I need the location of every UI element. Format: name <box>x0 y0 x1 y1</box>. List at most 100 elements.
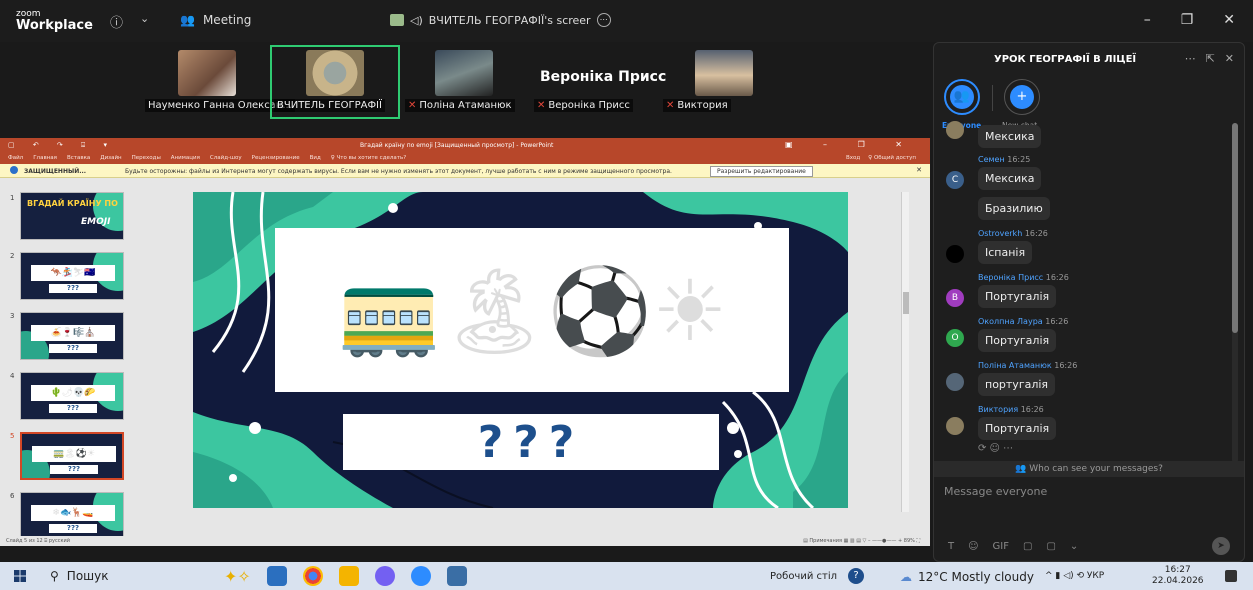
chevron-down-icon[interactable]: ⌄ <box>140 12 149 25</box>
shield-icon <box>10 166 18 174</box>
send-icon[interactable]: ➤ <box>1212 537 1230 555</box>
ribbon-tab[interactable]: Анимация <box>171 155 200 161</box>
chat-scrollbar[interactable] <box>1232 123 1238 463</box>
slide-thumbnail[interactable]: ❄🐟🦌🚤 ??? <box>20 492 124 536</box>
meeting-button[interactable]: 👥 Meeting <box>180 13 251 27</box>
slide-thumbnail[interactable]: ВГАДАЙ КРАЇНУ ПО EMOJI <box>20 192 124 240</box>
message-reactions[interactable]: ⟳ ☺ ⋯ <box>978 443 1013 454</box>
app-icon-gallery[interactable] <box>446 566 467 586</box>
participant-tile[interactable]: ✕ Виктория <box>663 50 763 114</box>
ribbon-tab[interactable]: Главная <box>33 155 57 161</box>
more-tools-icon[interactable]: ⌄ <box>1070 541 1078 552</box>
participant-name: ВЧИТЕЛЬ ГЕОГРАФІЇ <box>274 99 385 112</box>
protected-view-bar: ЗАЩИЩЕННЫЙ... Будьте осторожны: файлы из… <box>0 164 930 178</box>
participant-video <box>695 50 753 96</box>
format-text-icon[interactable]: T <box>948 541 954 552</box>
slide-emoji-row: 🚃🏝⚽☀ <box>336 262 728 360</box>
taskbar-search[interactable]: ⚲ Пошук <box>50 569 109 583</box>
ppt-titlebar: ▢ ↶ ↷ ⌹ ▾ Вгадай країну по emoji [Защище… <box>0 138 930 152</box>
info-icon[interactable]: ⓘ <box>110 12 123 31</box>
scrollbar-thumb[interactable] <box>903 292 909 314</box>
participant-tile[interactable]: ВЧИТЕЛЬ ГЕОГРАФІЇ <box>274 50 396 114</box>
ribbon-tab[interactable]: Вид <box>310 155 321 161</box>
thumb-question: ??? <box>49 284 97 293</box>
thumb-emoji: 🚃🏝⚽☀ <box>32 446 116 462</box>
close-icon[interactable]: ✕ <box>1225 52 1234 65</box>
participant-tile[interactable]: Науменко Ганна Олексан... <box>145 50 295 114</box>
chat-title: УРОК ГЕОГРАФІЇ В ЛІЦЕЇ <box>994 54 1137 65</box>
popout-icon[interactable]: ⇱ <box>1206 52 1215 65</box>
close-button[interactable]: ✕ <box>1223 12 1235 28</box>
status-slide-info: Слайд 5 из 12 ⌹ русский <box>6 538 71 544</box>
app-icon-store[interactable] <box>266 566 287 586</box>
zoom-icon[interactable] <box>410 566 431 586</box>
tab-new-chat[interactable]: + <box>1004 79 1040 115</box>
share-status[interactable]: ◁) ВЧИТЕЛЬ ГЕОГРАФІЇ's screer ⋯ <box>390 13 611 27</box>
file-explorer-icon[interactable] <box>338 566 359 586</box>
slide-thumbnail-selected[interactable]: 🚃🏝⚽☀ ??? <box>20 432 124 480</box>
notification-icon[interactable] <box>1225 570 1237 582</box>
who-can-see-link[interactable]: 👥 Who can see your messages? <box>934 461 1244 477</box>
message-input[interactable]: Message everyone <box>944 485 1047 498</box>
current-slide[interactable]: 🚃🏝⚽☀ ??? <box>193 192 848 508</box>
status-view-controls[interactable]: ▤ Примечания ▦ ▥ ▤ ▽ – ——●—— + 89% ⛶ <box>803 538 920 544</box>
ribbon-tab[interactable]: Дизайн <box>100 155 121 161</box>
enable-editing-button[interactable]: Разрешить редактирование <box>710 166 813 177</box>
participant-video <box>178 50 236 96</box>
tab-everyone[interactable]: 👥 <box>944 79 980 115</box>
message-text: Бразилию <box>978 197 1050 220</box>
clock[interactable]: 16:27 22.04.2026 <box>1152 565 1204 587</box>
slide-scrollbar[interactable] <box>901 192 909 512</box>
windows-start-icon[interactable] <box>14 570 26 582</box>
chrome-icon[interactable] <box>302 566 323 586</box>
participant-name: ✕ Поліна Атаманюк <box>405 99 515 112</box>
sign-in-link[interactable]: Вход <box>846 155 860 161</box>
slide-canvas-area: 🚃🏝⚽☀ ??? <box>150 192 915 536</box>
chat-panel: УРОК ГЕОГРАФІЇ В ЛІЦЕЇ ⋯ ⇱ ✕ 👥 + Everyon… <box>933 42 1245 562</box>
thumb-question: ??? <box>49 344 97 353</box>
ribbon-tab[interactable]: Вставка <box>67 155 90 161</box>
scrollbar-thumb[interactable] <box>1232 123 1238 333</box>
ppt-window-controls[interactable]: ▣ – ❐ ✕ <box>785 140 916 149</box>
slide-thumbnails: 1 ВГАДАЙ КРАЇНУ ПО EMOJI 2 🦘🏂⛷🇦🇺 ??? 3 🍝… <box>0 192 148 536</box>
more-icon[interactable]: ⋯ <box>596 13 611 27</box>
weather-text: 12°C Mostly cloudy <box>918 570 1034 584</box>
participant-strip: Науменко Ганна Олексан... ВЧИТЕЛЬ ГЕОГРА… <box>0 42 930 122</box>
slide-thumbnail[interactable]: 🌵🌶💀🌮 ??? <box>20 372 124 420</box>
weather-widget[interactable]: ☁ 12°C Mostly cloudy <box>900 570 1034 584</box>
message-list[interactable]: Мексика Семен 16:25 C Мексика Бразилию O… <box>934 119 1232 459</box>
more-icon[interactable]: ⋯ <box>1185 52 1196 65</box>
slide-thumbnail[interactable]: 🍝🍷🎼⛪ ??? <box>20 312 124 360</box>
message-meta: Виктория 16:26 <box>978 405 1044 414</box>
screenshot-icon[interactable]: ▢ <box>1046 541 1055 552</box>
ribbon-tab[interactable]: Переходы <box>132 155 161 161</box>
close-icon[interactable]: ✕ <box>916 166 922 174</box>
file-icon[interactable]: ▢ <box>1023 541 1032 552</box>
protected-view-title: ЗАЩИЩЕННЫЙ... <box>24 168 87 175</box>
slide-thumbnail[interactable]: 🦘🏂⛷🇦🇺 ??? <box>20 252 124 300</box>
participant-tile[interactable]: ✕ Поліна Атаманюк <box>405 50 515 114</box>
system-tray[interactable]: ^ ▮ ◁) ⟲ УКР <box>1045 571 1104 581</box>
protected-view-message: Будьте осторожны: файлы из Интернета мог… <box>125 168 672 175</box>
emoji-icon[interactable]: ☺ <box>968 541 978 552</box>
meeting-icon: 👥 <box>180 13 195 27</box>
participant-tile[interactable]: ✕ Вероніка Присс <box>530 50 633 114</box>
maximize-button[interactable]: ❐ <box>1181 12 1194 28</box>
ribbon-tab[interactable]: Файл <box>8 155 23 161</box>
help-icon[interactable]: ? <box>848 568 864 584</box>
share-link[interactable]: ♀ Общий доступ <box>868 155 916 161</box>
gif-icon[interactable]: GIF <box>993 541 1009 552</box>
tell-me-search[interactable]: ♀ Что вы хотите сделать? <box>331 155 406 161</box>
thumb-emoji: ❄🐟🦌🚤 <box>31 505 115 521</box>
viber-icon[interactable] <box>374 566 395 586</box>
screen: zoom Workplace ⓘ ⌄ 👥 Meeting ◁) ВЧИТЕЛЬ … <box>0 0 1253 590</box>
ribbon-tab[interactable]: Слайд-шоу <box>210 155 242 161</box>
brand-big: Workplace <box>16 18 93 33</box>
quick-access-toolbar[interactable]: ▢ ↶ ↷ ⌹ ▾ <box>8 141 115 150</box>
desktop-label[interactable]: Робочий стіл <box>770 571 837 582</box>
minimize-button[interactable]: – <box>1144 12 1151 28</box>
sparkle-icon[interactable]: ✦✧ <box>224 567 251 586</box>
ribbon-tab[interactable]: Рецензирование <box>252 155 300 161</box>
emoji-card: 🚃🏝⚽☀ <box>275 228 789 392</box>
message-meta: Семен 16:25 <box>978 155 1031 164</box>
